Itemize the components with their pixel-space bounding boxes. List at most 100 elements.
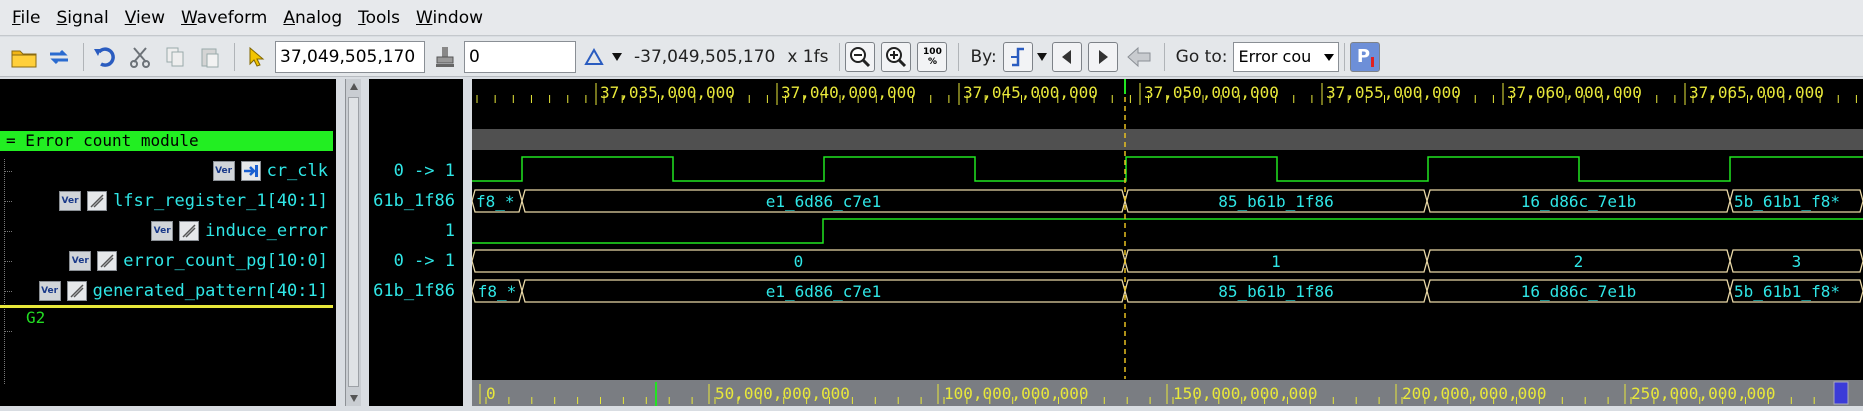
zoom-100-icon[interactable]: 100 % — [917, 41, 948, 72]
toolbar-separator — [234, 42, 235, 71]
induce-error-waveform[interactable] — [472, 218, 1863, 244]
menu-analog[interactable]: Analog — [275, 8, 350, 28]
input-port-icon — [240, 161, 261, 181]
scrollbar-thumb[interactable] — [348, 97, 359, 387]
cr-clk-waveform[interactable] — [472, 156, 1863, 182]
menu-view[interactable]: View — [117, 8, 173, 28]
menu-bar: File Signal View Waveform Analog Tools W… — [0, 0, 1863, 36]
waveform-canvas[interactable]: 37,035,000,000 37,040,000,000 37,045,000,0… — [471, 79, 1863, 406]
toolbar-separator — [1163, 42, 1165, 71]
menu-file[interactable]: File — [4, 8, 48, 28]
ruler-label: 37,050,000,000 — [1144, 83, 1279, 102]
marker-time-input[interactable] — [464, 40, 576, 73]
by-label: By: — [970, 46, 997, 67]
previous-edge-icon[interactable] — [1051, 41, 1082, 72]
menu-waveform[interactable]: Waveform — [173, 8, 275, 28]
signal-name: induce_error — [205, 221, 328, 241]
tree-tick — [4, 331, 12, 332]
signal-row-generated-pattern[interactable]: Ver generated_pattern[40:1] — [38, 277, 328, 305]
cursor-time-input[interactable] — [275, 40, 425, 73]
delta-dropdown-icon[interactable] — [609, 41, 625, 73]
overview-label: 50,000,000,000 — [715, 384, 850, 403]
signal-name: lfsr_register_1[40:1] — [113, 191, 328, 211]
verilog-badge-icon: Ver — [212, 161, 235, 181]
menu-window[interactable]: Window — [408, 8, 491, 28]
toolbar-separator — [83, 42, 84, 71]
error-count-waveform[interactable]: 0 1 2 3 — [471, 249, 1863, 273]
next-edge-icon[interactable] — [1087, 41, 1118, 72]
waveform-pane[interactable]: 37,035,000,000 37,040,000,000 37,045,000,0… — [471, 79, 1863, 406]
toolbar-separator — [958, 42, 960, 71]
delta-time-readout: -37,049,505,170 — [634, 46, 776, 67]
verilog-badge-icon: Ver — [69, 251, 92, 271]
stamp-icon[interactable] — [429, 41, 461, 73]
bus-value-label: 85_b61b_1f86 — [1218, 192, 1334, 211]
delta-icon — [582, 41, 606, 73]
open-folder-icon[interactable] — [8, 41, 40, 73]
lfsr-register-waveform[interactable]: f8_* e1_6d86_c7e1 85_b61b_1f86 16_d86c_7e1b… — [471, 189, 1863, 213]
copy-icon[interactable] — [159, 41, 191, 73]
bus-value-label: f8_* — [478, 282, 517, 301]
bus-value-label: 2 — [1574, 252, 1584, 271]
toolbar-separator — [839, 42, 841, 71]
signal-row-induce-error[interactable]: Ver induce_error — [151, 217, 328, 245]
goto-label: Go to: — [1175, 46, 1228, 67]
splitter[interactable] — [361, 79, 369, 406]
chevron-down-icon — [1324, 53, 1335, 61]
search-by-dropdown-icon[interactable] — [1035, 41, 1049, 73]
tree-tick — [4, 171, 12, 172]
bus-value-label: 5b_61b1_f8* — [1734, 192, 1840, 211]
signal-name: error_count_pg[10:0] — [123, 251, 328, 271]
menu-tools[interactable]: Tools — [350, 8, 408, 28]
zoom-100-label: 100 % — [923, 46, 942, 67]
splitter[interactable] — [336, 79, 345, 406]
bus-value-label: 16_d86c_7e1b — [1521, 282, 1637, 301]
bus-value-label: 0 — [794, 252, 804, 271]
menu-signal[interactable]: Signal — [48, 8, 116, 28]
marker-p-icon[interactable]: P — [1350, 41, 1381, 72]
signal-value: 61b_1f86 — [373, 191, 455, 211]
bus-value-label: 16_d86c_7e1b — [1521, 192, 1637, 211]
signal-name: generated_pattern[40:1] — [92, 281, 328, 301]
group-band — [472, 129, 1863, 150]
bus-signal-icon — [179, 221, 200, 241]
edge-search-icon[interactable] — [1002, 41, 1033, 72]
overview-label: 100,000,000,000 — [944, 384, 1089, 403]
signal-name-pane[interactable]: = Error count module Ver cr_clk Ver lfsr… — [0, 79, 336, 406]
undo-icon[interactable] — [89, 41, 121, 73]
tree-tick — [4, 201, 12, 202]
group-g2[interactable]: G2 — [26, 308, 45, 327]
splitter[interactable] — [463, 79, 472, 406]
overview-view-window[interactable] — [1833, 381, 1849, 405]
scroll-up-icon[interactable] — [349, 82, 359, 92]
verilog-badge-icon: Ver — [38, 281, 61, 301]
reload-icon[interactable] — [43, 41, 75, 73]
zoom-in-icon[interactable] — [881, 41, 912, 72]
tree-tick — [4, 261, 12, 262]
verilog-badge-icon: Ver — [151, 221, 174, 241]
bus-value-label: f8_* — [476, 192, 515, 211]
go-back-icon[interactable] — [1124, 41, 1156, 73]
group-header[interactable]: = Error count module — [0, 131, 333, 151]
ruler-label: 37,045,000,000 — [963, 83, 1098, 102]
bus-signal-icon — [66, 281, 87, 301]
select-pointer-icon[interactable] — [240, 41, 272, 73]
signal-row-cr-clk[interactable]: Ver cr_clk — [212, 157, 328, 185]
cut-icon[interactable] — [124, 41, 156, 73]
ruler-label: 37,060,000,000 — [1507, 83, 1642, 102]
vertical-scrollbar[interactable] — [345, 79, 361, 406]
overview-label: 250,000,000,000 — [1631, 384, 1776, 403]
generated-pattern-waveform[interactable]: f8_* e1_6d86_c7e1 85_b61b_1f86 16_d86c_7e1b… — [471, 279, 1863, 303]
signal-row-error-count[interactable]: Ver error_count_pg[10:0] — [69, 247, 328, 275]
goto-select-value: Error cou — [1238, 47, 1312, 66]
scroll-down-icon[interactable] — [349, 393, 359, 403]
goto-select[interactable]: Error cou — [1233, 41, 1340, 72]
signal-value-pane[interactable]: 0 -> 1 61b_1f86 1 0 -> 1 61b_1f86 — [369, 79, 463, 406]
zoom-out-icon[interactable] — [845, 41, 876, 72]
bus-value-label: 3 — [1792, 252, 1802, 271]
signal-value: 0 -> 1 — [393, 251, 455, 271]
overview-label: 150,000,000,000 — [1173, 384, 1318, 403]
bus-value-label: e1_6d86_c7e1 — [766, 282, 882, 301]
signal-row-lfsr-register[interactable]: Ver lfsr_register_1[40:1] — [59, 187, 328, 215]
paste-icon[interactable] — [194, 41, 226, 73]
